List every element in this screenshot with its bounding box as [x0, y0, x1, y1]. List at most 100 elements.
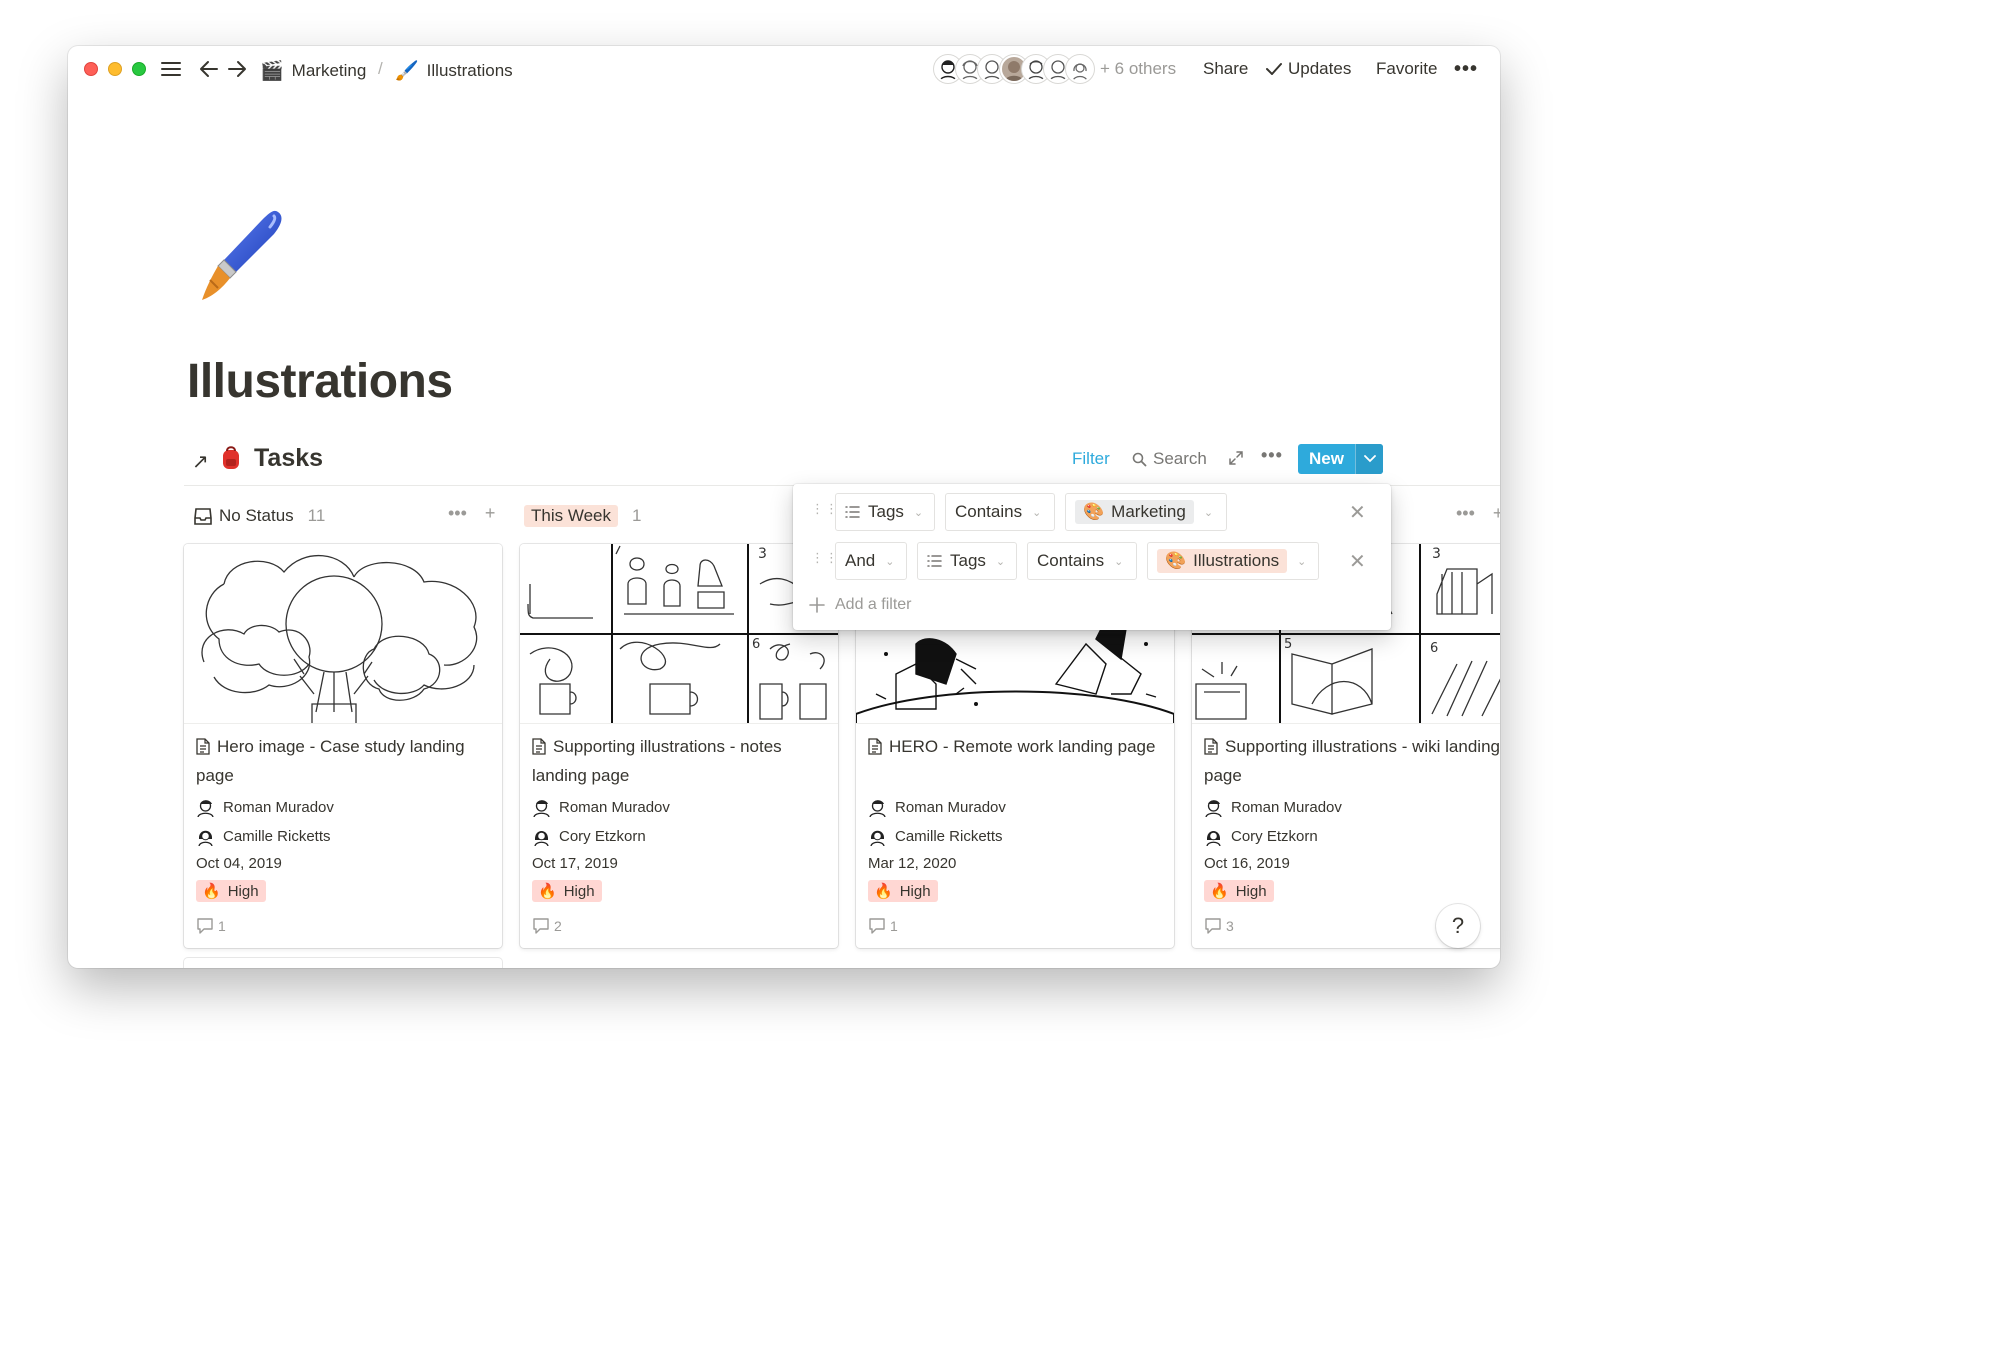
card-title[interactable]: Supporting illustrations - wiki landing …: [1204, 734, 1500, 789]
favorite-button[interactable]: Favorite: [1376, 59, 1437, 79]
forward-arrow-icon[interactable]: [226, 58, 248, 80]
avatar[interactable]: [1066, 55, 1094, 83]
others-count[interactable]: + 6 others: [1100, 59, 1176, 79]
card-title[interactable]: Supporting illustrations - notes landing…: [532, 734, 828, 789]
board-card[interactable]: 3 6 Supporting illustrations - notes lan…: [520, 544, 838, 948]
search-label: Search: [1153, 449, 1207, 468]
paintbrush-icon: 🖌️: [395, 61, 419, 82]
column-more-icon[interactable]: •••: [448, 503, 467, 524]
board-card[interactable]: [184, 958, 502, 968]
filter-conjunction-select[interactable]: And ⌄: [835, 542, 907, 580]
close-window-button[interactable]: [84, 62, 98, 76]
card-title[interactable]: Hero image - Case study landing page: [196, 734, 492, 789]
chevron-down-icon: ⌄: [1114, 555, 1124, 568]
new-dropdown-chevron-icon[interactable]: [1355, 444, 1383, 474]
card-person[interactable]: Camille Ricketts: [868, 827, 1003, 846]
card-comments[interactable]: 1: [868, 917, 898, 934]
card-comments[interactable]: 1: [196, 917, 226, 934]
filter-button[interactable]: Filter: [1072, 449, 1110, 469]
list-icon: [927, 555, 942, 567]
chevron-down-icon: ⌄: [1203, 506, 1214, 519]
chevron-down-icon: ⌄: [995, 555, 1006, 568]
document-icon: [1204, 737, 1218, 763]
help-button[interactable]: ?: [1436, 904, 1480, 948]
comment-icon: [197, 918, 213, 934]
search-icon: [1132, 452, 1147, 466]
back-arrow-icon[interactable]: [198, 58, 220, 80]
page-title[interactable]: Illustrations: [187, 354, 453, 409]
board-card[interactable]: Hero image - Case study landing page Rom…: [184, 544, 502, 948]
priority-badge[interactable]: 🔥 High: [1204, 880, 1274, 902]
expand-icon[interactable]: [1228, 450, 1244, 471]
card-person[interactable]: Roman Muradov: [196, 798, 334, 817]
add-card-icon[interactable]: +: [485, 503, 496, 524]
filter-value-select[interactable]: 🎨 Marketing ⌄: [1065, 493, 1227, 531]
database-more-icon[interactable]: •••: [1261, 445, 1283, 466]
card-person[interactable]: Camille Ricketts: [196, 827, 331, 846]
minimize-window-button[interactable]: [108, 62, 122, 76]
add-filter-button[interactable]: Add a filter: [809, 596, 911, 614]
person-avatar-icon: [196, 798, 215, 817]
column-header-no-status[interactable]: No Status 11: [194, 504, 325, 528]
tag-illustrations: 🎨 Illustrations: [1157, 549, 1288, 573]
sidebar-toggle-icon[interactable]: [160, 58, 182, 80]
top-bar: 🎬 Marketing / 🖌️ Illustrations + 6 other…: [68, 46, 1500, 92]
database-title[interactable]: Tasks: [254, 444, 323, 473]
card-title-text: Supporting illustrations - wiki landing …: [1204, 737, 1500, 785]
priority-label: High: [227, 882, 259, 900]
filter-property-select[interactable]: Tags ⌄: [917, 542, 1017, 580]
card-person[interactable]: Roman Muradov: [532, 798, 670, 817]
filter-operator-select[interactable]: Contains ⌄: [945, 493, 1055, 531]
filter-operator-select[interactable]: Contains ⌄: [1027, 542, 1137, 580]
document-icon: [868, 737, 882, 763]
card-comments[interactable]: 3: [1204, 917, 1234, 934]
search-button[interactable]: Search: [1132, 449, 1207, 469]
column-header-this-week[interactable]: This Week 1: [524, 504, 641, 528]
priority-badge[interactable]: 🔥 High: [532, 880, 602, 902]
comment-count: 3: [1226, 917, 1234, 934]
chevron-down-icon: ⌄: [1297, 555, 1307, 568]
remove-filter-icon[interactable]: ✕: [1349, 500, 1366, 525]
column-more-icon[interactable]: •••: [1456, 503, 1475, 524]
plus-icon: [809, 597, 825, 613]
share-button[interactable]: Share: [1203, 59, 1248, 79]
card-title[interactable]: HERO - Remote work landing page: [868, 734, 1164, 763]
card-person[interactable]: Roman Muradov: [868, 798, 1006, 817]
comment-count: 2: [554, 917, 562, 934]
card-person[interactable]: Cory Etzkorn: [532, 827, 646, 846]
page-paintbrush-icon[interactable]: [186, 206, 290, 315]
column-label: This Week: [524, 505, 618, 527]
checkmark-icon: [1266, 63, 1282, 75]
breadcrumb-marketing[interactable]: 🎬 Marketing: [260, 59, 366, 83]
add-card-icon[interactable]: +: [1493, 503, 1500, 524]
filter-operator-label: Contains: [955, 502, 1023, 521]
updates-button[interactable]: Updates: [1266, 59, 1351, 79]
card-title-text: Hero image - Case study landing page: [196, 737, 465, 785]
column-label: No Status: [219, 506, 294, 525]
person-name: Cory Etzkorn: [1231, 828, 1318, 845]
remove-filter-icon[interactable]: ✕: [1349, 549, 1366, 574]
list-icon: [845, 506, 860, 518]
filter-operator-label: Contains: [1037, 551, 1105, 570]
card-comments[interactable]: 2: [532, 917, 562, 934]
person-name: Roman Muradov: [895, 799, 1006, 816]
priority-badge[interactable]: 🔥 High: [196, 880, 266, 902]
breadcrumb-illustrations[interactable]: 🖌️ Illustrations: [395, 59, 513, 83]
more-options-icon[interactable]: •••: [1454, 58, 1478, 81]
maximize-window-button[interactable]: [132, 62, 146, 76]
card-person[interactable]: Roman Muradov: [1204, 798, 1342, 817]
priority-label: High: [563, 882, 595, 900]
new-button[interactable]: New: [1298, 444, 1383, 474]
person-avatar-icon: [196, 827, 215, 846]
card-date: Oct 16, 2019: [1204, 855, 1290, 872]
person-avatar-icon: [532, 798, 551, 817]
column-tools: ••• +: [448, 503, 495, 524]
breadcrumb-separator: /: [378, 59, 383, 78]
priority-label: High: [899, 882, 931, 900]
filter-property-select[interactable]: Tags ⌄: [835, 493, 935, 531]
priority-badge[interactable]: 🔥 High: [868, 880, 938, 902]
filter-value-select[interactable]: 🎨 Illustrations ⌄: [1147, 542, 1319, 580]
tag-marketing: 🎨 Marketing: [1075, 500, 1194, 524]
chevron-down-icon: ⌄: [885, 555, 895, 568]
card-person[interactable]: Cory Etzkorn: [1204, 827, 1318, 846]
